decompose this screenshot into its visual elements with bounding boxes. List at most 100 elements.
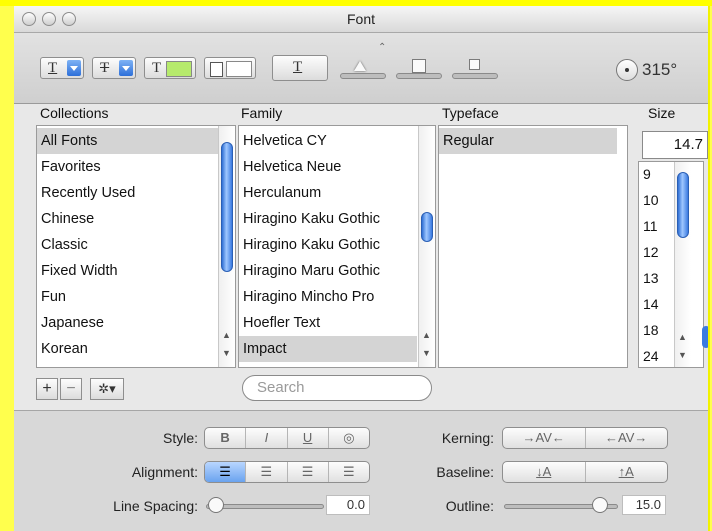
list-item[interactable]: Recently Used bbox=[37, 180, 135, 206]
blur-knob-icon[interactable] bbox=[412, 59, 426, 73]
loosen-kerning-button[interactable]: ←AV→ bbox=[586, 428, 668, 448]
list-item[interactable]: Helvetica Neue bbox=[239, 154, 341, 180]
line-spacing-knob-icon[interactable] bbox=[208, 497, 224, 513]
opacity-knob-icon[interactable] bbox=[354, 61, 366, 71]
search-input[interactable]: Search bbox=[242, 375, 432, 401]
list-item[interactable]: Herculanum bbox=[239, 180, 321, 206]
chevron-down-icon bbox=[67, 60, 81, 76]
list-item[interactable]: 14 bbox=[643, 296, 659, 312]
text-color-button[interactable]: T bbox=[144, 57, 196, 79]
list-item[interactable]: 10 bbox=[643, 192, 659, 208]
scroll-up-arrow-icon[interactable]: ▲ bbox=[678, 332, 687, 342]
window-title: Font bbox=[346, 11, 375, 27]
list-item[interactable]: Chinese bbox=[37, 206, 94, 232]
line-spacing-label: Line Spacing: bbox=[113, 498, 198, 514]
scroll-thumb[interactable] bbox=[677, 172, 689, 238]
list-item[interactable]: Fun bbox=[37, 284, 66, 310]
size-scrollbar[interactable]: ▲ ▼ bbox=[674, 162, 691, 367]
italic-button[interactable]: I bbox=[246, 428, 288, 448]
list-item[interactable]: Japanese bbox=[37, 310, 104, 336]
underline-style-button[interactable]: T bbox=[40, 57, 84, 79]
collection-action-button[interactable]: ✲▾ bbox=[90, 378, 124, 400]
shadow-angle-value: 315° bbox=[642, 60, 678, 79]
scroll-down-arrow-icon[interactable]: ▼ bbox=[222, 348, 231, 358]
list-item[interactable]: Classic bbox=[37, 232, 88, 258]
style-segmented-control[interactable]: B I U ◎ bbox=[204, 427, 370, 449]
toolbar-caret-icon: ⌃ bbox=[378, 42, 387, 53]
list-item[interactable]: Hoefler Text bbox=[239, 310, 320, 336]
style-label: Style: bbox=[162, 430, 198, 446]
alignment-segmented-control[interactable]: ☰ ☰ ☰ ☰ bbox=[204, 461, 370, 483]
strikethrough-t-icon: T bbox=[100, 60, 110, 76]
offset-knob-icon[interactable] bbox=[469, 59, 480, 70]
document-icon bbox=[210, 62, 223, 77]
list-item[interactable]: 9 bbox=[643, 166, 651, 182]
outline-style-button[interactable]: ◎ bbox=[329, 428, 369, 448]
list-item[interactable]: Fixed Width bbox=[37, 258, 118, 284]
list-item[interactable]: 18 bbox=[643, 322, 659, 338]
collections-list[interactable]: All Fonts Favorites Recently Used Chines… bbox=[36, 125, 236, 368]
list-item[interactable]: 12 bbox=[643, 244, 659, 260]
list-item[interactable]: Helvetica CY bbox=[239, 128, 327, 154]
baseline-label: Baseline: bbox=[436, 464, 494, 480]
shadow-angle-dial-icon[interactable] bbox=[616, 59, 638, 81]
kerning-label: Kerning: bbox=[441, 430, 494, 446]
list-item[interactable]: Hiragino Mincho Pro bbox=[239, 284, 374, 310]
size-header: Size bbox=[648, 105, 676, 121]
size-field[interactable]: 14.7 bbox=[642, 131, 708, 159]
baseline-segmented-control[interactable]: ↓A ↑A bbox=[502, 461, 668, 483]
scroll-up-arrow-icon[interactable]: ▲ bbox=[422, 330, 431, 340]
shadow-offset-slider[interactable] bbox=[452, 73, 498, 79]
size-slider-knob-icon[interactable] bbox=[702, 326, 708, 348]
list-item[interactable]: All Fonts bbox=[37, 128, 221, 154]
document-color-button[interactable] bbox=[204, 57, 256, 79]
align-center-icon[interactable]: ☰ bbox=[246, 462, 288, 482]
list-item[interactable]: 13 bbox=[643, 270, 659, 286]
raise-baseline-button[interactable]: ↑A bbox=[586, 462, 668, 482]
typography-panel: Style: B I U ◎ Alignment: ☰ ☰ ☰ ☰ Line S… bbox=[14, 411, 708, 531]
scroll-thumb[interactable] bbox=[421, 212, 433, 242]
align-left-icon[interactable]: ☰ bbox=[205, 462, 247, 482]
remove-collection-button[interactable]: − bbox=[60, 378, 82, 400]
title-bar[interactable]: Font bbox=[14, 6, 708, 33]
shadow-opacity-slider[interactable] bbox=[340, 73, 386, 79]
typeface-header: Typeface bbox=[442, 105, 499, 121]
list-item[interactable]: Favorites bbox=[37, 154, 101, 180]
list-item[interactable]: 24 bbox=[643, 348, 659, 364]
list-item[interactable]: Impact bbox=[239, 336, 417, 362]
collections-header: Collections bbox=[40, 105, 109, 121]
scroll-up-arrow-icon[interactable]: ▲ bbox=[222, 330, 231, 340]
line-spacing-value[interactable]: 0.0 bbox=[326, 495, 370, 515]
lower-baseline-button[interactable]: ↓A bbox=[503, 462, 586, 482]
list-item[interactable]: 11 bbox=[643, 218, 658, 234]
add-collection-button[interactable]: + bbox=[36, 378, 58, 400]
shadow-blur-slider[interactable] bbox=[396, 73, 442, 79]
kerning-segmented-control[interactable]: →AV← ←AV→ bbox=[502, 427, 668, 449]
collections-scrollbar[interactable]: ▲ ▼ bbox=[218, 126, 235, 367]
align-justify-icon[interactable]: ☰ bbox=[288, 462, 329, 482]
family-list[interactable]: Helvetica CY Helvetica Neue Herculanum H… bbox=[238, 125, 436, 368]
text-shadow-button[interactable]: T bbox=[272, 55, 328, 81]
underline-t-icon: T bbox=[48, 60, 58, 76]
family-header: Family bbox=[241, 105, 283, 121]
family-scrollbar[interactable]: ▲ ▼ bbox=[418, 126, 435, 367]
align-right-icon[interactable]: ☰ bbox=[329, 462, 369, 482]
outline-label: Outline: bbox=[445, 498, 494, 514]
list-item[interactable]: Hiragino Kaku Gothic bbox=[239, 206, 380, 232]
list-item[interactable]: Hiragino Kaku Gothic bbox=[239, 232, 380, 258]
underline-button[interactable]: U bbox=[288, 428, 329, 448]
list-item[interactable]: Korean bbox=[37, 336, 88, 362]
list-item[interactable]: Hiragino Maru Gothic bbox=[239, 258, 380, 284]
chevron-down-icon bbox=[119, 60, 133, 76]
size-list[interactable]: 9 10 11 12 13 14 18 24 ▲ ▼ bbox=[638, 161, 704, 368]
scroll-down-arrow-icon[interactable]: ▼ bbox=[422, 348, 431, 358]
list-item[interactable]: Regular bbox=[439, 128, 617, 154]
strikethrough-style-button[interactable]: T bbox=[92, 57, 136, 79]
scroll-down-arrow-icon[interactable]: ▼ bbox=[678, 350, 687, 360]
outline-value[interactable]: 15.0 bbox=[622, 495, 666, 515]
bold-button[interactable]: B bbox=[205, 428, 247, 448]
outline-knob-icon[interactable] bbox=[592, 497, 608, 513]
scroll-thumb[interactable] bbox=[221, 142, 233, 272]
typeface-list[interactable]: Regular bbox=[438, 125, 628, 368]
tighten-kerning-button[interactable]: →AV← bbox=[503, 428, 586, 448]
